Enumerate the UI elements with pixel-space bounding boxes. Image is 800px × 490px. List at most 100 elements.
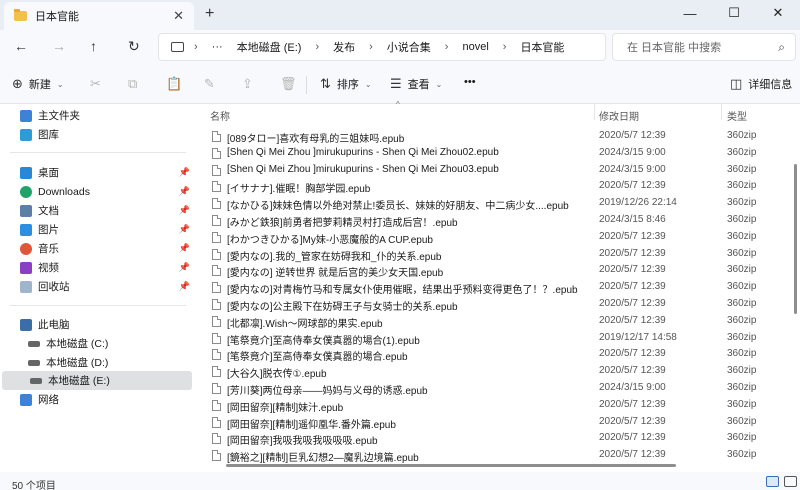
new-tab-button[interactable]: + — [205, 5, 214, 23]
search-input[interactable]: 在 日本官能 中搜索 ⌕ — [612, 33, 796, 61]
file-row[interactable]: [089タロー]喜欢有母乳的三姐妹吗.epub 2020/5/7 12:39 360… — [196, 128, 800, 145]
sort-label: 排序 — [336, 79, 359, 91]
file-row[interactable]: [なかひる]妹妹色情以外绝对禁止!委员长、妹妹的好朋友、中二病少女....epu… — [196, 195, 800, 212]
more-options-button[interactable]: ••• — [464, 76, 476, 88]
column-header-date[interactable]: 修改日期 — [599, 108, 639, 123]
breadcrumb-item[interactable]: 发布 — [333, 39, 355, 55]
file-type: 360zip — [727, 415, 757, 427]
sidebar-item-home[interactable]: 主文件夹 — [0, 106, 196, 125]
sidebar-item-music[interactable]: 音乐 📌 — [0, 239, 196, 258]
minimize-button[interactable]: — — [668, 0, 712, 26]
file-row[interactable]: [Shen Qi Mei Zhou ]mirukupurins - Shen Q… — [196, 162, 800, 179]
sidebar-item-drive-d[interactable]: 本地磁盘 (D:) — [0, 353, 196, 372]
breadcrumb-more[interactable]: ··· — [212, 41, 223, 53]
file-row[interactable]: [岡田留奈][精制]妹汁.epub 2020/5/7 12:39 360zip — [196, 397, 800, 414]
column-header-name[interactable]: 名称 — [210, 108, 230, 123]
file-row[interactable]: [愛内なの] 逆转世界 就是后宫的美少女天国.epub 2020/5/7 12:3… — [196, 262, 800, 279]
sidebar-item-pictures[interactable]: 图片 📌 — [0, 220, 196, 239]
delete-button[interactable]: 🗑 — [280, 76, 303, 92]
pin-icon[interactable]: 📌 — [179, 262, 190, 273]
file-type: 360zip — [727, 163, 757, 175]
file-row[interactable]: [岡田留奈][精制]遥仰凰华.番外篇.epub 2020/5/7 12:39 360… — [196, 414, 800, 431]
sidebar-item-downloads[interactable]: Downloads 📌 — [0, 182, 196, 201]
up-button[interactable]: ↑ — [90, 38, 97, 54]
file-row[interactable]: [笔祭竟介]至高侍奉女僕真嚣的場合.epub 2020/5/7 12:39 360z… — [196, 346, 800, 363]
details-view-button[interactable] — [766, 476, 779, 487]
file-row[interactable]: [みかど鉄狼]前勇者把萝莉精灵村打造成后宫！.epub 2024/3/15 8:4… — [196, 212, 800, 229]
sidebar-item-gallery[interactable]: 图库 — [0, 125, 196, 144]
vertical-scrollbar[interactable] — [794, 164, 797, 314]
window-close-button[interactable]: ✕ — [756, 0, 800, 26]
file-row[interactable]: [愛内なの]公主殿下在妨碍王子与女骑士的关系.epub 2020/5/7 12:3… — [196, 296, 800, 313]
file-row[interactable]: [岡田留奈]我吸我吸我吸吸吸.epub 2020/5/7 12:39 360zip — [196, 430, 800, 447]
file-icon — [212, 315, 221, 327]
pin-icon[interactable]: 📌 — [179, 224, 190, 235]
maximize-button[interactable]: ☐ — [712, 0, 756, 26]
back-button[interactable]: ← — [14, 38, 28, 54]
pin-icon[interactable]: 📌 — [179, 167, 190, 178]
breadcrumb-item[interactable]: novel — [462, 41, 488, 53]
paste-button[interactable]: 📋 — [166, 76, 188, 92]
breadcrumb-item[interactable]: 日本官能 — [520, 39, 564, 55]
sidebar-item-label: 图库 — [38, 129, 59, 141]
sidebar-item-label: 本地磁盘 (D:) — [46, 357, 109, 369]
close-tab-icon[interactable]: ✕ — [173, 8, 184, 24]
sidebar-item-this-pc[interactable]: 此电脑 — [0, 315, 196, 334]
file-row[interactable]: [わかつきひかる]My妹-小恶魔般的A CUP.epub 2020/5/7 12:… — [196, 229, 800, 246]
file-icon — [212, 299, 221, 310]
refresh-button[interactable]: ↻ — [128, 38, 140, 55]
tiles-view-button[interactable] — [784, 476, 797, 487]
sidebar-item-network[interactable]: 网络 — [0, 390, 196, 409]
status-bar: 50 个项目 — [0, 472, 800, 490]
sidebar-item-drive-c[interactable]: 本地磁盘 (C:) — [0, 334, 196, 353]
horizontal-scrollbar[interactable] — [226, 464, 676, 467]
video-icon — [20, 261, 32, 274]
drive-icon — [30, 377, 42, 384]
file-row[interactable]: [イサナナ].催眠！胸部学园.epub 2020/5/7 12:39 360zip — [196, 178, 800, 195]
column-header-type[interactable]: 类型 — [727, 108, 747, 123]
chevron-right-icon: › — [315, 41, 320, 53]
sort-button[interactable]: ⇅ 排序 ⌄ — [320, 76, 372, 92]
search-icon: ⌕ — [778, 40, 785, 54]
pin-icon[interactable]: 📌 — [179, 205, 190, 216]
copy-button[interactable]: ⧉ — [128, 76, 143, 92]
pin-icon[interactable]: 📌 — [179, 186, 190, 197]
file-row[interactable]: [鏡裕之][精制]巨乳幻想2—魔乳边境篇.epub 2020/5/7 12:39 3… — [196, 447, 800, 464]
pin-icon[interactable]: 📌 — [179, 243, 190, 254]
file-row[interactable]: [愛内なの].我的_管家在妨碍我和_仆的关系.epub 2020/5/7 12:3… — [196, 246, 800, 263]
view-list-icon: ☰ — [390, 76, 402, 91]
sidebar-item-label: 桌面 — [38, 167, 59, 179]
file-row[interactable]: [愛内なの]对青梅竹马和专属女仆使用催眠，结果出乎预料变得更色了！？.epub 2… — [196, 279, 800, 296]
file-row[interactable]: [笔祭竟介]至高侍奉女僕真嚣的場合(1).epub 2019/12/17 14:5… — [196, 330, 800, 347]
sidebar-item-documents[interactable]: 文档 📌 — [0, 201, 196, 220]
column-divider[interactable] — [594, 104, 595, 120]
file-row[interactable]: [北都凛].Wish～网球部的果实.epub 2020/5/7 12:39 360z… — [196, 313, 800, 330]
sidebar-item-drive-e[interactable]: 本地磁盘 (E:) — [2, 371, 192, 390]
forward-button[interactable]: → — [52, 38, 66, 54]
file-name: [岡田留奈][精制]遥仰凰华.番外篇.epub — [227, 419, 396, 431]
pin-icon[interactable]: 📌 — [179, 281, 190, 292]
rename-button[interactable]: ✎ — [204, 76, 221, 92]
view-button[interactable]: ☰ 查看 ⌄ — [390, 76, 442, 92]
tab-active[interactable]: 日本官能 ✕ — [4, 2, 194, 30]
column-divider[interactable] — [721, 104, 722, 120]
cut-button[interactable]: ✂ — [90, 76, 107, 92]
file-icon — [212, 366, 221, 378]
breadcrumb-item[interactable]: 本地磁盘 (E:) — [237, 39, 302, 55]
file-row[interactable]: [Shen Qi Mei Zhou ]mirukupurins - Shen Q… — [196, 145, 800, 162]
file-icon — [212, 131, 221, 142]
breadcrumb-item[interactable]: 小说合集 — [387, 39, 431, 55]
sidebar-item-videos[interactable]: 视频 📌 — [0, 258, 196, 277]
item-count: 50 个项目 — [12, 481, 56, 490]
sidebar-item-desktop[interactable]: 桌面 📌 — [0, 163, 196, 182]
file-row[interactable]: [大谷久]脱衣传①.epub 2020/5/7 12:39 360zip — [196, 363, 800, 380]
new-button[interactable]: ⊕ 新建 ⌄ — [12, 76, 64, 92]
rename-icon: ✎ — [204, 76, 215, 91]
details-pane-button[interactable]: ◫ 详细信息 — [730, 76, 792, 92]
file-row[interactable]: [芳川葵]两位母亲——妈妈与义母的诱惑.epub 2024/3/15 9:00 36… — [196, 380, 800, 397]
share-button[interactable]: ⇪ — [242, 76, 259, 92]
navigation-pane: 主文件夹 图库 桌面 📌 Downloads 📌 文档 📌 图片 📌 音乐 📌 … — [0, 104, 196, 472]
address-bar[interactable]: › ··· 本地磁盘 (E:) › 发布 › 小说合集 › novel › 日本… — [158, 33, 606, 61]
sidebar-item-recycle-bin[interactable]: 回收站 📌 — [0, 277, 196, 296]
title-bar: 日本官能 ✕ + — ☐ ✕ — [0, 0, 800, 30]
